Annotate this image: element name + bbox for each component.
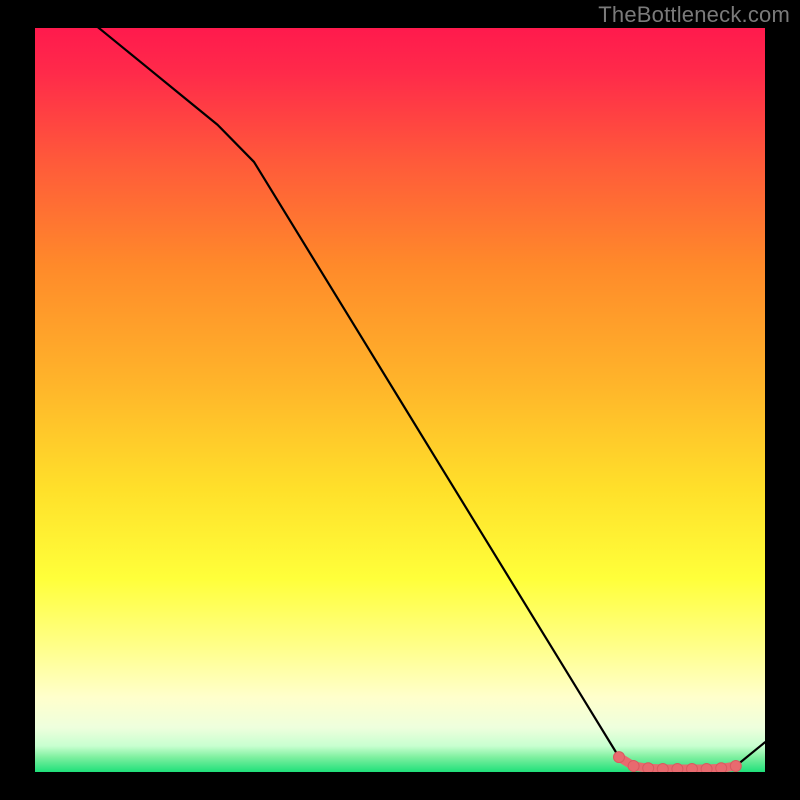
watermark-text: TheBottleneck.com (598, 2, 790, 28)
highlight-marker (730, 761, 741, 772)
highlight-marker (643, 763, 654, 772)
plot-area (35, 28, 765, 772)
highlight-marker (687, 764, 698, 772)
highlight-marker (701, 764, 712, 772)
highlight-marker (657, 764, 668, 772)
chart-svg (35, 28, 765, 772)
highlight-marker (672, 764, 683, 772)
chart-frame: TheBottleneck.com (0, 0, 800, 800)
highlight-marker (614, 752, 625, 763)
highlight-marker (716, 763, 727, 772)
highlight-marker (628, 761, 639, 772)
